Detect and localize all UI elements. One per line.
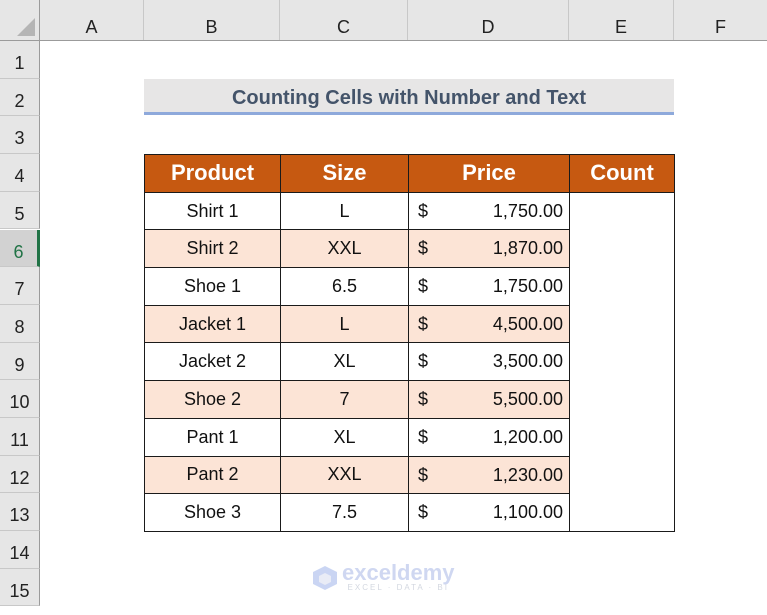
row-header-13[interactable]: 13 (0, 493, 40, 532)
row-header-10[interactable]: 10 (0, 380, 40, 418)
row-header-8[interactable]: 8 (0, 304, 40, 343)
row-header-9[interactable]: 9 (0, 342, 40, 381)
column-header-a[interactable]: A (40, 0, 144, 40)
size-cell[interactable]: 7 (280, 380, 409, 419)
row-header-7[interactable]: 7 (0, 267, 40, 305)
size-cell[interactable]: XL (280, 342, 409, 382)
product-cell[interactable]: Shoe 3 (144, 493, 281, 532)
header-count[interactable]: Count (569, 154, 675, 193)
row-header-11[interactable]: 11 (0, 418, 40, 456)
select-all-triangle-icon (17, 18, 35, 36)
row-header-6[interactable]: 6 (0, 229, 40, 268)
count-cell[interactable] (569, 191, 675, 532)
product-cell[interactable]: Shoe 1 (144, 267, 281, 306)
select-all-button[interactable] (0, 0, 40, 41)
size-cell[interactable]: L (280, 304, 409, 344)
table-row: Shirt 1 L $1,750.00 (144, 191, 675, 532)
row-header-14[interactable]: 14 (0, 531, 40, 569)
currency-symbol: $ (418, 351, 429, 372)
row-header-4[interactable]: 4 (0, 154, 40, 192)
sheet-title[interactable]: Counting Cells with Number and Text (144, 79, 674, 115)
row-header-3[interactable]: 3 (0, 116, 40, 155)
price-value: 3,500.00 (492, 351, 563, 372)
price-cell[interactable]: $1,870.00 (408, 229, 570, 269)
exceldemy-cube-icon (313, 565, 337, 590)
product-cell[interactable]: Jacket 2 (144, 342, 281, 382)
price-value: 1,200.00 (492, 426, 563, 447)
column-header-d[interactable]: D (408, 0, 569, 40)
size-cell[interactable]: XXL (280, 229, 409, 269)
product-cell[interactable]: Shirt 1 (144, 191, 281, 231)
row-header-2[interactable]: 2 (0, 78, 40, 117)
header-product[interactable]: Product (144, 154, 281, 193)
watermark-name: exceldemy (342, 560, 455, 585)
price-value: 1,870.00 (492, 238, 563, 259)
price-value: 5,500.00 (492, 389, 563, 410)
price-cell[interactable]: $3,500.00 (408, 342, 570, 382)
currency-symbol: $ (418, 313, 429, 334)
product-table: Product Size Price Count Shirt 1 L $1,750.… (144, 154, 675, 532)
price-cell[interactable]: $1,750.00 (408, 267, 570, 306)
row-header-15[interactable]: 15 (0, 568, 40, 607)
row-header-1[interactable]: 1 (0, 41, 40, 79)
price-value: 1,230.00 (492, 464, 563, 485)
row-header-12[interactable]: 12 (0, 455, 40, 494)
exceldemy-watermark: exceldemy EXCEL · DATA · BI (312, 560, 455, 592)
header-size[interactable]: Size (280, 154, 409, 193)
product-cell[interactable]: Pant 2 (144, 455, 281, 495)
currency-symbol: $ (418, 502, 429, 523)
product-cell[interactable]: Pant 1 (144, 417, 281, 457)
price-cell[interactable]: $5,500.00 (408, 380, 570, 419)
currency-symbol: $ (418, 464, 429, 485)
watermark-tagline: EXCEL · DATA · BI (347, 583, 449, 592)
product-cell[interactable]: Shirt 2 (144, 229, 281, 269)
price-value: 1,100.00 (492, 502, 563, 523)
price-cell[interactable]: $4,500.00 (408, 304, 570, 344)
column-header-f[interactable]: F (674, 0, 767, 40)
size-cell[interactable]: 7.5 (280, 493, 409, 532)
header-price[interactable]: Price (408, 154, 570, 193)
product-cell[interactable]: Jacket 1 (144, 304, 281, 344)
currency-symbol: $ (418, 276, 429, 297)
price-cell[interactable]: $1,750.00 (408, 191, 570, 231)
currency-symbol: $ (418, 426, 429, 447)
size-cell[interactable]: XXL (280, 455, 409, 495)
column-header-b[interactable]: B (144, 0, 280, 40)
row-header-5[interactable]: 5 (0, 191, 40, 230)
price-value: 4,500.00 (492, 313, 563, 334)
size-cell[interactable]: L (280, 191, 409, 231)
currency-symbol: $ (418, 200, 429, 221)
table-header-row: Product Size Price Count (144, 154, 675, 193)
price-cell[interactable]: $1,200.00 (408, 417, 570, 457)
column-header-e[interactable]: E (569, 0, 674, 40)
size-cell[interactable]: 6.5 (280, 267, 409, 306)
currency-symbol: $ (418, 389, 429, 410)
column-header-c[interactable]: C (280, 0, 408, 40)
price-value: 1,750.00 (492, 200, 563, 221)
product-cell[interactable]: Shoe 2 (144, 380, 281, 419)
size-cell[interactable]: XL (280, 417, 409, 457)
price-value: 1,750.00 (492, 276, 563, 297)
price-cell[interactable]: $1,100.00 (408, 493, 570, 532)
price-cell[interactable]: $1,230.00 (408, 455, 570, 495)
currency-symbol: $ (418, 238, 429, 259)
